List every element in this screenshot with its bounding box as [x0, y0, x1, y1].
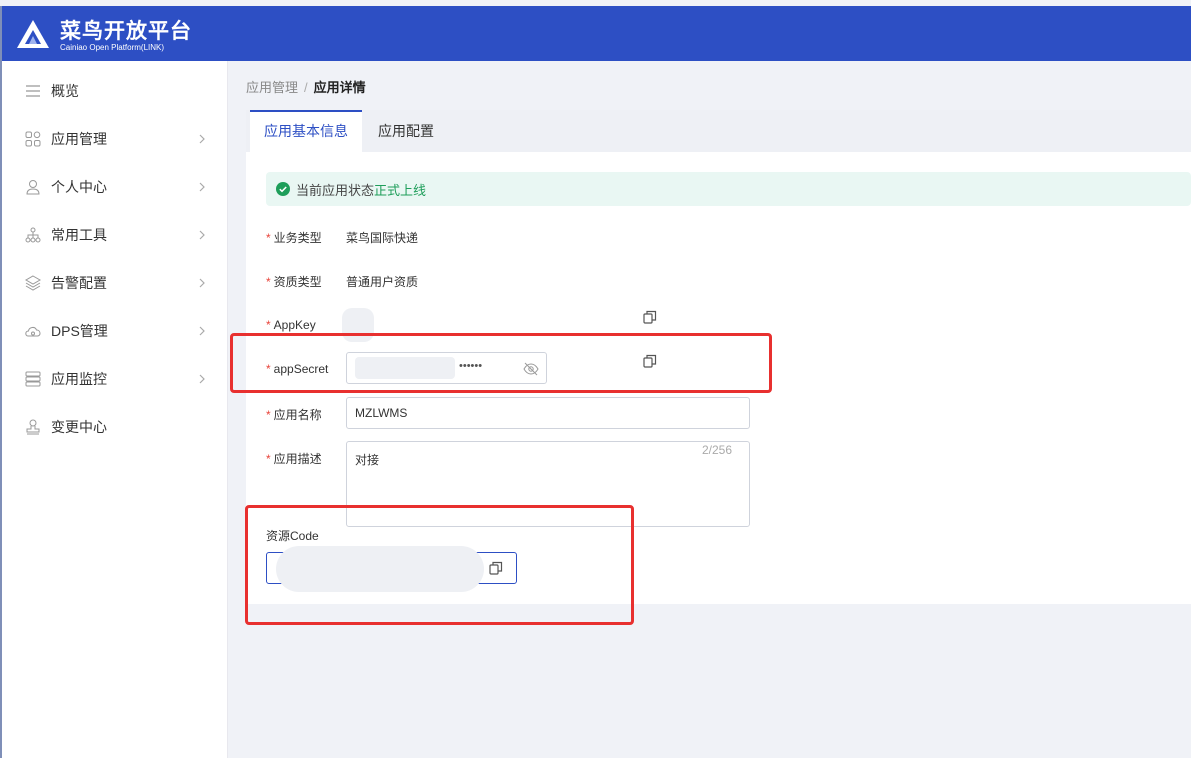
business-type-value: 菜鸟国际快递: [346, 231, 419, 245]
cainiao-logo-icon: [17, 20, 49, 48]
chevron-right-icon: [199, 230, 205, 240]
qualification-type-label: * 资质类型: [266, 275, 322, 289]
sidebar-item-app-management[interactable]: 应用管理: [2, 121, 228, 157]
status-value: 正式上线: [374, 182, 427, 198]
platform-title: 菜鸟开放平台: [60, 20, 192, 43]
tab-bar: 应用基本信息 应用配置: [246, 110, 1191, 152]
sidebar-item-app-monitoring[interactable]: 应用监控: [2, 361, 228, 397]
chevron-right-icon: [199, 134, 205, 144]
tab-app-config[interactable]: 应用配置: [366, 110, 446, 152]
server-icon: [24, 370, 42, 388]
sidebar-item-label: 常用工具: [51, 227, 107, 243]
sidebar-item-label: 个人中心: [51, 179, 107, 195]
app-desc-label: * 应用描述: [266, 452, 322, 466]
status-prefix: 当前应用状态: [296, 182, 375, 198]
status-alert-text: 当前应用状态正式上线: [296, 180, 426, 199]
annotation-highlight-resource-code: [245, 505, 634, 625]
business-type-label: * 业务类型: [266, 231, 322, 245]
sidebar-item-label: 概览: [51, 83, 79, 99]
sidebar-item-dps-management[interactable]: DPS管理: [2, 313, 228, 349]
breadcrumb-parent-link[interactable]: 应用管理: [246, 80, 298, 95]
sidebar-item-overview[interactable]: 概览: [2, 73, 228, 109]
sidebar: 概览 应用管理 个人中心 常用工具 告警配置 DPS管理 应用监控 变更中心: [0, 61, 228, 758]
tab-basic-info[interactable]: 应用基本信息: [250, 110, 362, 152]
app-name-value: MZLWMS: [355, 406, 408, 420]
chevron-right-icon: [199, 278, 205, 288]
sidebar-item-label: 应用监控: [51, 371, 107, 387]
layers-icon: [24, 274, 42, 292]
grid-icon: [24, 130, 42, 148]
sidebar-item-label: 变更中心: [51, 419, 107, 435]
org-tree-icon: [24, 226, 42, 244]
app-name-label: * 应用名称: [266, 408, 322, 422]
chevron-right-icon: [199, 326, 205, 336]
platform-subtitle: Cainiao Open Platform(LINK): [60, 43, 165, 52]
sidebar-item-common-tools[interactable]: 常用工具: [2, 217, 228, 253]
breadcrumb-current: 应用详情: [313, 80, 366, 95]
app-desc-value: 对接: [355, 453, 380, 467]
sidebar-item-label: DPS管理: [51, 323, 108, 339]
qualification-type-value: 普通用户资质: [346, 275, 419, 289]
sidebar-item-alert-config[interactable]: 告警配置: [2, 265, 228, 301]
breadcrumb: 应用管理 / 应用详情: [246, 77, 366, 96]
sidebar-item-change-center[interactable]: 变更中心: [2, 409, 228, 445]
app-desc-char-counter: 2/256: [702, 443, 733, 457]
app-key-label: * AppKey: [266, 318, 316, 332]
menu-lines-icon: [24, 82, 42, 100]
copy-app-key-icon[interactable]: [643, 310, 657, 324]
cloud-icon: [24, 322, 42, 340]
top-header: 菜鸟开放平台 Cainiao Open Platform(LINK): [0, 6, 1191, 61]
chevron-right-icon: [199, 374, 205, 384]
annotation-highlight-app-secret: [230, 333, 772, 393]
chevron-right-icon: [199, 182, 205, 192]
user-icon: [24, 178, 42, 196]
app-name-input[interactable]: MZLWMS: [346, 397, 750, 429]
sidebar-item-label: 告警配置: [51, 275, 107, 291]
breadcrumb-separator: /: [304, 80, 308, 95]
sidebar-item-label: 应用管理: [51, 131, 107, 147]
stamp-icon: [24, 418, 42, 436]
check-circle-icon: [276, 182, 290, 196]
sidebar-item-personal-center[interactable]: 个人中心: [2, 169, 228, 205]
status-alert: 当前应用状态正式上线: [266, 172, 1191, 206]
